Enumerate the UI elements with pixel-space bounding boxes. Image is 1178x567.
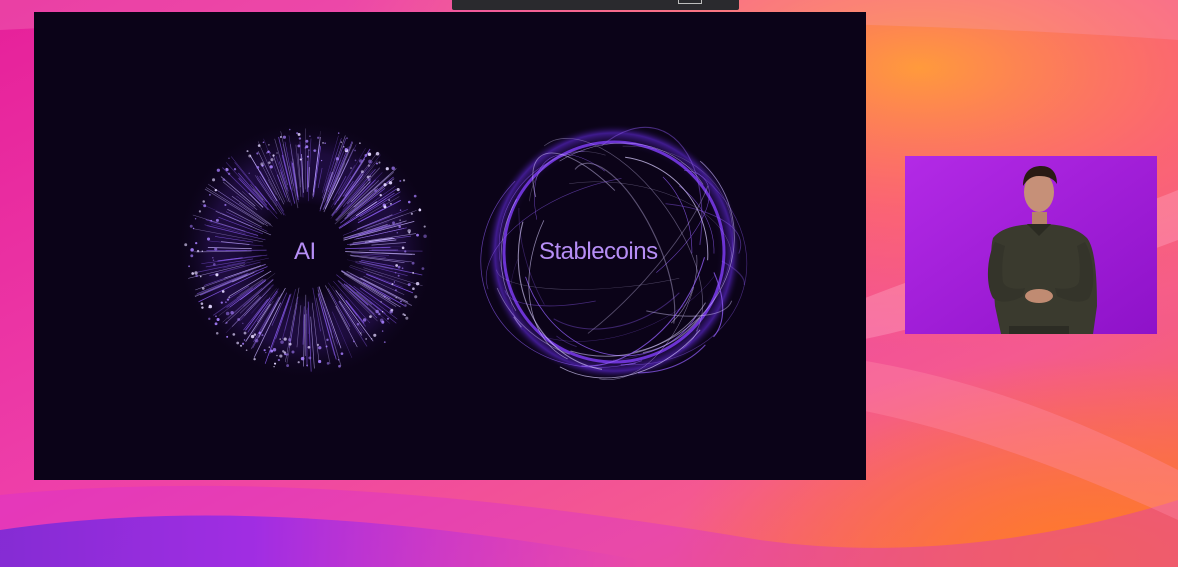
slide-artwork bbox=[176, 120, 748, 387]
slide-label-stablecoins: Stablecoins bbox=[539, 238, 658, 265]
presenter-figure bbox=[905, 156, 1157, 334]
screen-share-toolbar[interactable] bbox=[452, 0, 739, 10]
presentation-slide: AI Stablecoins bbox=[34, 12, 866, 480]
toolbar-window-icon[interactable] bbox=[678, 0, 702, 4]
slide-label-ai: AI bbox=[294, 238, 316, 265]
presenter-video bbox=[905, 156, 1157, 334]
desktop: AI Stablecoins bbox=[0, 0, 1178, 567]
